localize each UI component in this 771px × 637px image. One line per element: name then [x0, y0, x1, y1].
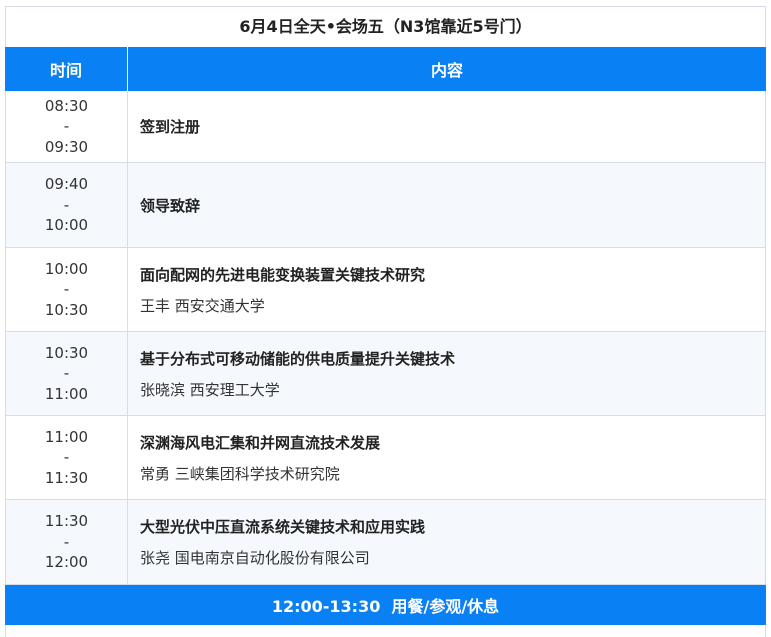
- speaker-info: 王丰 西安交通大学: [140, 296, 265, 315]
- content-cell: 面向配网的先进电能变换装置关键技术研究 王丰 西安交通大学: [128, 248, 765, 331]
- start-time: 09:40: [44, 175, 89, 194]
- session-title: 6月4日全天•会场五（N3馆靠近5号门）: [5, 6, 766, 47]
- content-cell: 基于分布式可移动储能的供电质量提升关键技术 张晓滨 西安理工大学: [128, 332, 765, 415]
- table-row: 10:30 - 11:00 基于分布式可移动储能的供电质量提升关键技术 张晓滨 …: [5, 332, 766, 416]
- topic-title: 基于分布式可移动储能的供电质量提升关键技术: [140, 349, 456, 368]
- time-cell: 10:30 - 11:00: [6, 332, 128, 415]
- start-time: 11:00: [44, 427, 89, 446]
- end-time: 09:30: [44, 137, 89, 156]
- topic-title: 面向配网的先进电能变换装置关键技术研究: [140, 265, 426, 284]
- time-separator: -: [63, 532, 70, 551]
- time-separator: -: [63, 448, 70, 467]
- content-cell: 深渊海风电汇集和并网直流技术发展 常勇 三峡集团科学技术研究院: [128, 416, 765, 499]
- speaker-info: 张尧 国电南京自动化股份有限公司: [140, 549, 370, 567]
- speaker-info: 常勇 三峡集团科学技术研究院: [140, 464, 340, 483]
- time-cell: 09:40 - 10:00: [6, 163, 128, 247]
- content-cell: 大型光伏中压直流系统关键技术和应用实践 张尧 国电南京自动化股份有限公司: [128, 500, 765, 584]
- start-time: 10:00: [44, 259, 89, 278]
- time-separator: -: [63, 117, 70, 136]
- time-cell: 08:30 - 09:30: [6, 91, 128, 162]
- table-row: 11:30 - 12:00 大型光伏中压直流系统关键技术和应用实践 张尧 国电南…: [5, 500, 766, 585]
- table-header: 时间 内容: [5, 47, 766, 91]
- table-row: 09:40 - 10:00 领导致辞: [5, 163, 766, 248]
- content-cell: 签到注册: [128, 91, 765, 162]
- table-row: 11:00 - 11:30 深渊海风电汇集和并网直流技术发展 常勇 三峡集团科学…: [5, 416, 766, 500]
- time-separator: -: [63, 280, 70, 299]
- time-cell: 11:30 - 12:00: [6, 500, 128, 584]
- topic-title: 签到注册: [140, 118, 201, 136]
- topic-title: 深渊海风电汇集和并网直流技术发展: [140, 433, 381, 452]
- time-separator: -: [63, 364, 70, 383]
- end-time: 11:00: [44, 384, 89, 403]
- header-content: 内容: [430, 61, 463, 80]
- start-time: 08:30: [44, 96, 89, 115]
- time-cell: 10:00 - 10:30: [6, 248, 128, 331]
- next-row-partial: [5, 625, 766, 637]
- time-separator: -: [63, 195, 70, 214]
- end-time: 11:30: [44, 468, 89, 487]
- header-time: 时间: [5, 47, 128, 91]
- topic-title: 大型光伏中压直流系统关键技术和应用实践: [140, 518, 426, 536]
- table-row: 10:00 - 10:30 面向配网的先进电能变换装置关键技术研究 王丰 西安交…: [5, 248, 766, 332]
- speaker-info: 张晓滨 西安理工大学: [140, 380, 280, 399]
- content-cell: 领导致辞: [128, 163, 765, 247]
- time-cell: 11:00 - 11:30: [6, 416, 128, 499]
- end-time: 10:00: [44, 216, 89, 235]
- topic-title: 领导致辞: [140, 196, 201, 215]
- end-time: 10:30: [44, 300, 89, 319]
- end-time: 12:00: [44, 553, 89, 572]
- agenda-table: 6月4日全天•会场五（N3馆靠近5号门） 时间 内容 08:30 - 09:30…: [5, 6, 766, 637]
- start-time: 10:30: [44, 343, 89, 362]
- table-row: 08:30 - 09:30 签到注册: [5, 91, 766, 163]
- lunch-break-banner: 12:00-13:30 用餐/参观/休息: [5, 585, 766, 625]
- start-time: 11:30: [44, 512, 89, 531]
